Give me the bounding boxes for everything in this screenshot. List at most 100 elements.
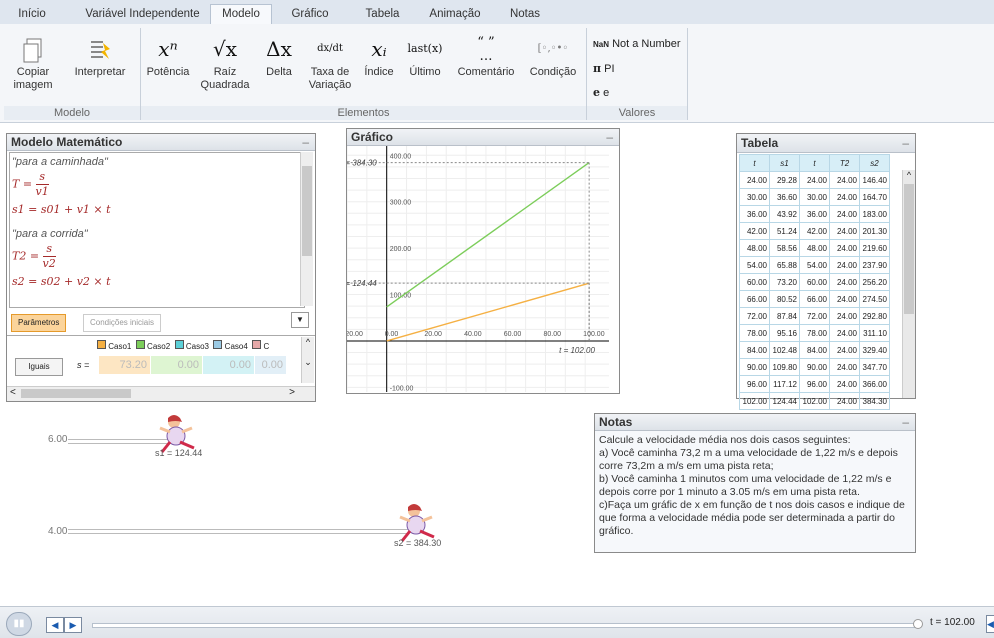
table-cell: 109.80 <box>769 358 800 376</box>
table-cell: 36.00 <box>739 205 770 223</box>
condition-button[interactable]: [◦,◦•◦ Condição <box>525 32 581 78</box>
group-elementos: xⁿ Potência √x Raíz Quadrada Δx Delta dx/dt… <box>141 28 587 120</box>
case4-value[interactable]: 0.00 <box>255 356 286 374</box>
case-legend: Caso1 Caso2 Caso3 Caso4 C <box>97 340 269 351</box>
model-comment-1: "para a caminhada" <box>12 156 108 168</box>
tab-inicio[interactable]: Início <box>10 5 54 24</box>
index-button[interactable]: xᵢ Índice <box>359 32 399 78</box>
notes-text[interactable]: Calcule a velocidade média nos dois caso… <box>595 431 915 541</box>
minimize-icon[interactable]: – <box>902 414 909 430</box>
table-cell: 73.20 <box>769 273 800 291</box>
tab-variavel-independente[interactable]: Variável Independente <box>85 5 200 24</box>
nan-label: Not a Number <box>612 38 681 50</box>
notes-panel-title: Notas <box>599 415 633 429</box>
minimize-icon[interactable]: – <box>902 134 909 152</box>
case1-label: Caso1 <box>108 342 132 351</box>
case3-value[interactable]: 0.00 <box>203 356 254 374</box>
table-cell: 24.00 <box>829 256 860 274</box>
pause-button[interactable]: ▮▮ <box>6 612 32 636</box>
x-tick-label: 0.00 <box>385 331 399 338</box>
comment-icon: “ ” … <box>477 35 495 64</box>
table-cell: 24.00 <box>829 307 860 325</box>
timeline-knob[interactable] <box>913 619 923 629</box>
y-tick-label: 100.00 <box>390 293 412 300</box>
table-header-1: s1 <box>769 154 800 172</box>
table-cell: 274.50 <box>859 290 890 308</box>
dropdown-toggle[interactable]: ▼ <box>291 312 309 328</box>
interpret-button[interactable]: Interpretar <box>70 32 130 79</box>
power-icon: xⁿ <box>158 37 178 61</box>
step-forward-icon: ▶ <box>69 620 77 630</box>
case2-value[interactable]: 0.00 <box>151 356 202 374</box>
table-row: 60.00 73.20 60.00 24.00 256.20 <box>739 273 890 291</box>
case1-value[interactable]: 73.20 <box>99 356 150 374</box>
rate-button[interactable]: dx/dt Taxa de Variação <box>307 32 353 92</box>
graph-plot[interactable]: 400.00 300.00 200.00 100.00 -100.00 -20.00 0.0… <box>347 146 619 392</box>
last-label: Último <box>409 66 441 78</box>
pi-button[interactable]: π PI <box>593 62 615 75</box>
e-button[interactable]: e e <box>593 86 609 99</box>
tab-condicoes-iniciais[interactable]: Condições iniciais <box>83 314 162 332</box>
timeline-slider[interactable] <box>92 623 920 628</box>
model-scrollbar[interactable] <box>300 152 313 306</box>
tab-grafico[interactable]: Gráfico <box>285 5 335 24</box>
table-cell: 201.30 <box>859 222 890 240</box>
x-tick-label: 20.00 <box>424 331 442 338</box>
notes-panel: Notas – Calcule a velocidade média nos do… <box>594 413 916 553</box>
model-equation-1: T = s v1 <box>12 170 49 198</box>
table-cell: 24.00 <box>829 324 860 342</box>
graph-panel: Gráfico – 400.00 300.00 200.00 100.00 -100.00… <box>346 128 620 394</box>
table-cell: 72.00 <box>799 307 830 325</box>
power-button[interactable]: xⁿ Potência <box>143 32 193 78</box>
table-cell: 24.00 <box>739 171 770 189</box>
table-scrollbar[interactable]: ^ <box>902 170 915 398</box>
table-cell: 102.00 <box>739 392 770 410</box>
model-editor[interactable]: "para a caminhada" T = s v1 s1 = s01 + v1… <box>9 152 305 308</box>
tab-modelo[interactable]: Modelo <box>210 4 272 24</box>
tab-tabela[interactable]: Tabela <box>360 5 405 24</box>
minimize-icon[interactable]: – <box>302 134 309 150</box>
delta-button[interactable]: Δx Delta <box>261 32 297 78</box>
table-cell: 43.92 <box>769 205 800 223</box>
pi-label: PI <box>604 63 615 75</box>
cases-scrollbar[interactable]: ^ ⌄ <box>301 337 314 383</box>
table-cell: 164.70 <box>859 188 890 206</box>
minimize-icon[interactable]: – <box>606 129 613 145</box>
last-button[interactable]: last(x) Último <box>405 32 445 78</box>
copy-image-button[interactable]: Copiar imagem <box>10 32 56 92</box>
table-cell: 54.00 <box>739 256 770 274</box>
tab-parametros[interactable]: Parâmetros <box>11 314 67 332</box>
table-cell: 219.60 <box>859 239 890 257</box>
tab-notas[interactable]: Notas <box>505 5 545 24</box>
delta-label: Delta <box>266 66 292 78</box>
table-cell: 84.00 <box>739 341 770 359</box>
table-row: 78.00 95.16 78.00 24.00 311.10 <box>739 324 890 342</box>
model-h-scrollbar[interactable]: < > <box>7 386 315 401</box>
iguais-button[interactable]: Iguais <box>15 358 63 376</box>
step-forward-button[interactable]: ▶ <box>64 617 82 633</box>
time-stepper[interactable]: ◀ <box>986 615 994 633</box>
table-cell: 58.56 <box>769 239 800 257</box>
nan-button[interactable]: NaN Not a Number <box>593 38 681 50</box>
comment-button[interactable]: “ ” … Comentário <box>453 32 519 79</box>
case4-label: Caso4 <box>224 342 248 351</box>
table-header-3: T2 <box>829 154 860 172</box>
s1-value-label: s1 = 124.44 <box>347 279 377 288</box>
table-cell: 102.48 <box>769 341 800 359</box>
table-header-2: t <box>799 154 830 172</box>
track1-runner-label: s1 = 124.44 <box>155 448 203 458</box>
delta-icon: Δx <box>266 37 292 61</box>
group-elementos-title: Elementos <box>141 106 586 120</box>
nan-icon: NaN <box>593 40 610 49</box>
model-equation-3: T2 = s v2 <box>12 242 56 270</box>
table-cell: 54.00 <box>799 256 830 274</box>
sqrt-button[interactable]: √x Raíz Quadrada <box>197 32 253 92</box>
group-valores: NaN Not a Number π PI e e Valores <box>587 28 688 120</box>
table-cell: 146.40 <box>859 171 890 189</box>
graph-panel-header: Gráfico – <box>347 129 619 146</box>
table-cell: 96.00 <box>739 375 770 393</box>
tab-animacao[interactable]: Animação <box>425 5 485 24</box>
step-back-button[interactable]: ◀ <box>46 617 64 633</box>
copy-icon <box>10 32 56 66</box>
table-row: 96.00 117.12 96.00 24.00 366.00 <box>739 375 890 393</box>
